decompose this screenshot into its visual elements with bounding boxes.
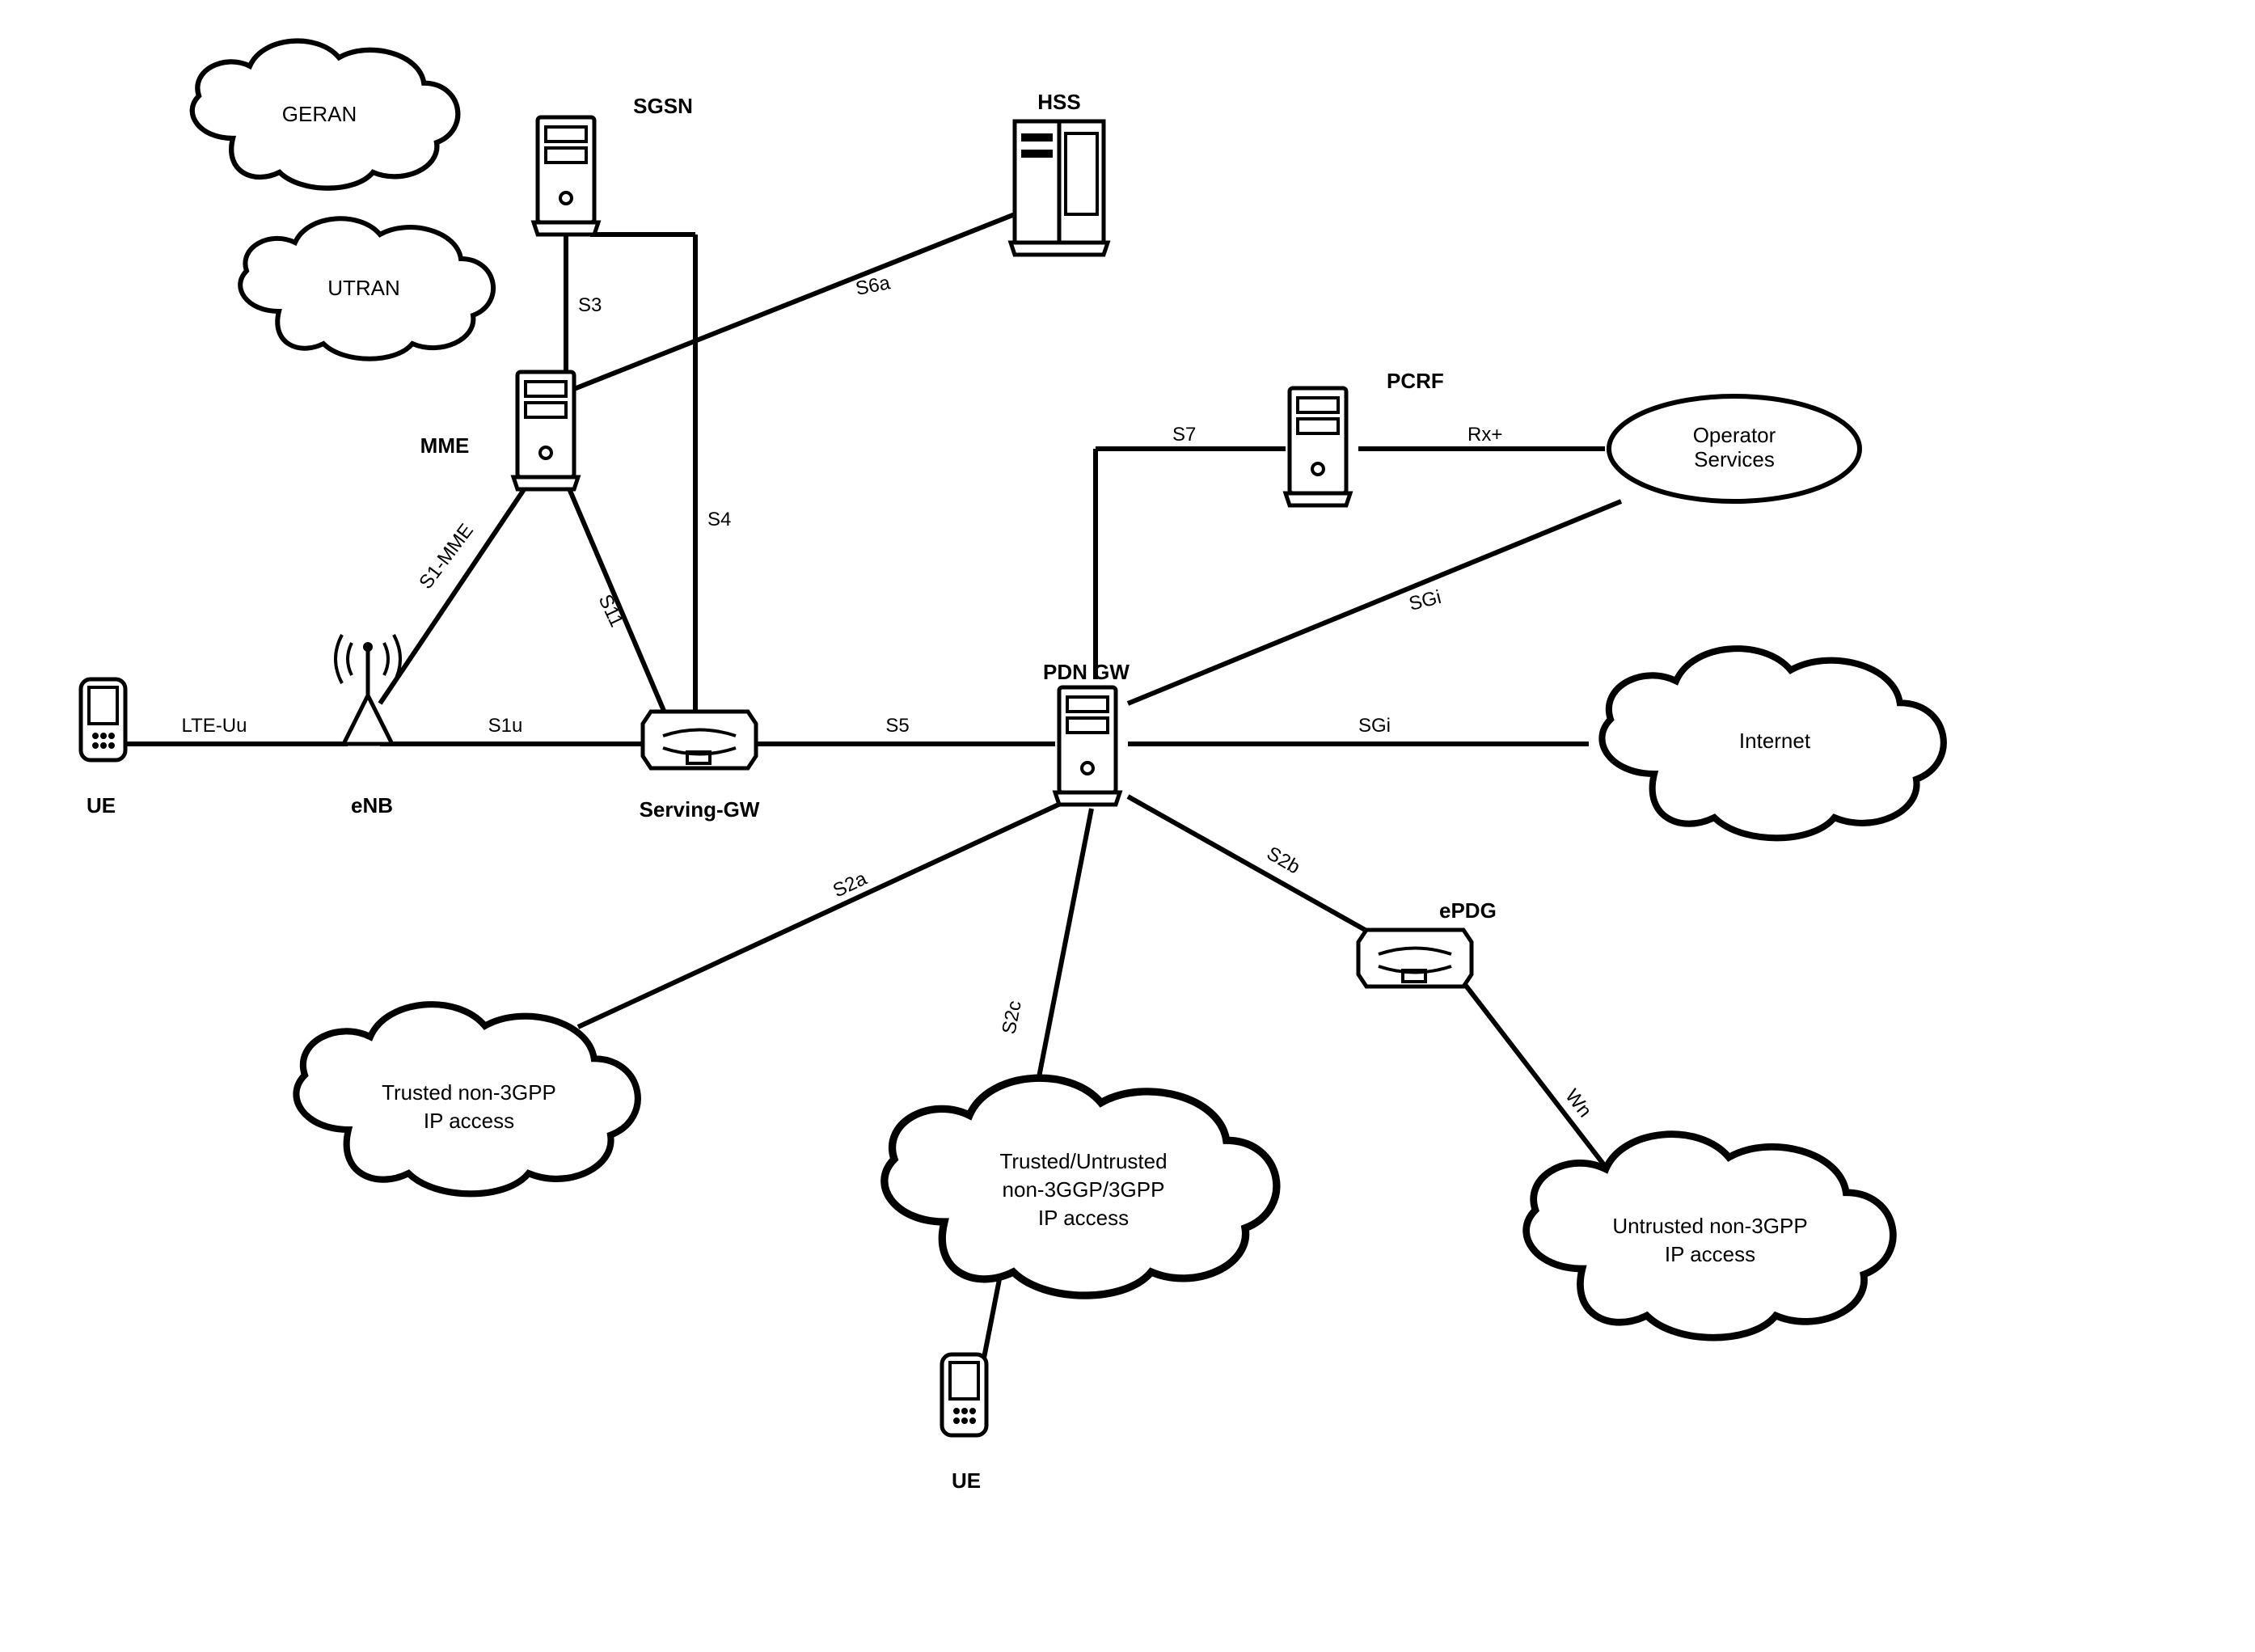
svg-text:UTRAN: UTRAN [327, 276, 400, 300]
link-s3: S3 [578, 294, 602, 316]
svg-text:IP access: IP access [1665, 1242, 1755, 1266]
label-internet: Internet [1739, 729, 1811, 753]
label-sgsn: SGSN [633, 94, 693, 118]
label-epdg: ePDG [1439, 898, 1497, 923]
node-ue1 [81, 679, 125, 760]
node-ue2 [942, 1354, 986, 1435]
label-hss: HSS [1037, 90, 1080, 114]
svg-text:Trusted non-3GPP: Trusted non-3GPP [382, 1080, 556, 1105]
link-labels: LTE-Uu S1u S1-MME S11 S3 S4 S6a S5 S7 Rx… [182, 272, 1596, 1122]
link-s1u: S1u [488, 715, 523, 737]
node-pcrf [1286, 388, 1350, 505]
svg-text:Services: Services [1694, 447, 1775, 471]
label-enb: eNB [351, 793, 393, 818]
node-mme [513, 372, 578, 489]
svg-text:Untrusted non-3GPP: Untrusted non-3GPP [1612, 1214, 1807, 1238]
node-opserv: Operator Services [1609, 396, 1860, 501]
label-ue2: UE [952, 1468, 981, 1493]
label-sgw: Serving-GW [640, 797, 760, 822]
label-ue1: UE [87, 793, 116, 818]
svg-text:Trusted/Untrusted: Trusted/Untrusted [999, 1149, 1167, 1173]
label-pcrf: PCRF [1387, 369, 1444, 393]
link-s5: S5 [885, 715, 909, 737]
node-hss [1011, 121, 1108, 255]
link-s11: S11 [594, 591, 628, 630]
node-epdg [1358, 930, 1472, 987]
node-pdngw [1055, 687, 1120, 805]
link-lteuu: LTE-Uu [182, 715, 247, 737]
link-s4: S4 [707, 509, 731, 530]
label-mme: MME [420, 433, 470, 458]
link-rxplus: Rx+ [1467, 424, 1502, 446]
label-pdngw: PDN GW [1043, 660, 1130, 684]
node-sgw [643, 712, 756, 768]
epc-architecture-diagram: LTE-Uu S1u S1-MME S11 S3 S4 S6a S5 S7 Rx… [0, 0, 2255, 1652]
node-utran: UTRAN [240, 218, 493, 358]
svg-text:non-3GGP/3GPP: non-3GGP/3GPP [1003, 1177, 1165, 1202]
link-sgi1: SGi [1407, 586, 1443, 615]
svg-text:GERAN: GERAN [282, 102, 357, 126]
svg-text:IP access: IP access [1038, 1206, 1129, 1230]
link-sgi2: SGi [1358, 715, 1391, 737]
link-s7: S7 [1172, 424, 1196, 446]
node-geran: GERAN [192, 41, 458, 188]
svg-text:Operator: Operator [1693, 423, 1776, 447]
link-s1mme: S1-MME [415, 520, 478, 594]
svg-text:IP access: IP access [424, 1109, 514, 1133]
link-s2c: S2c [998, 999, 1025, 1036]
node-sgsn [534, 117, 598, 234]
